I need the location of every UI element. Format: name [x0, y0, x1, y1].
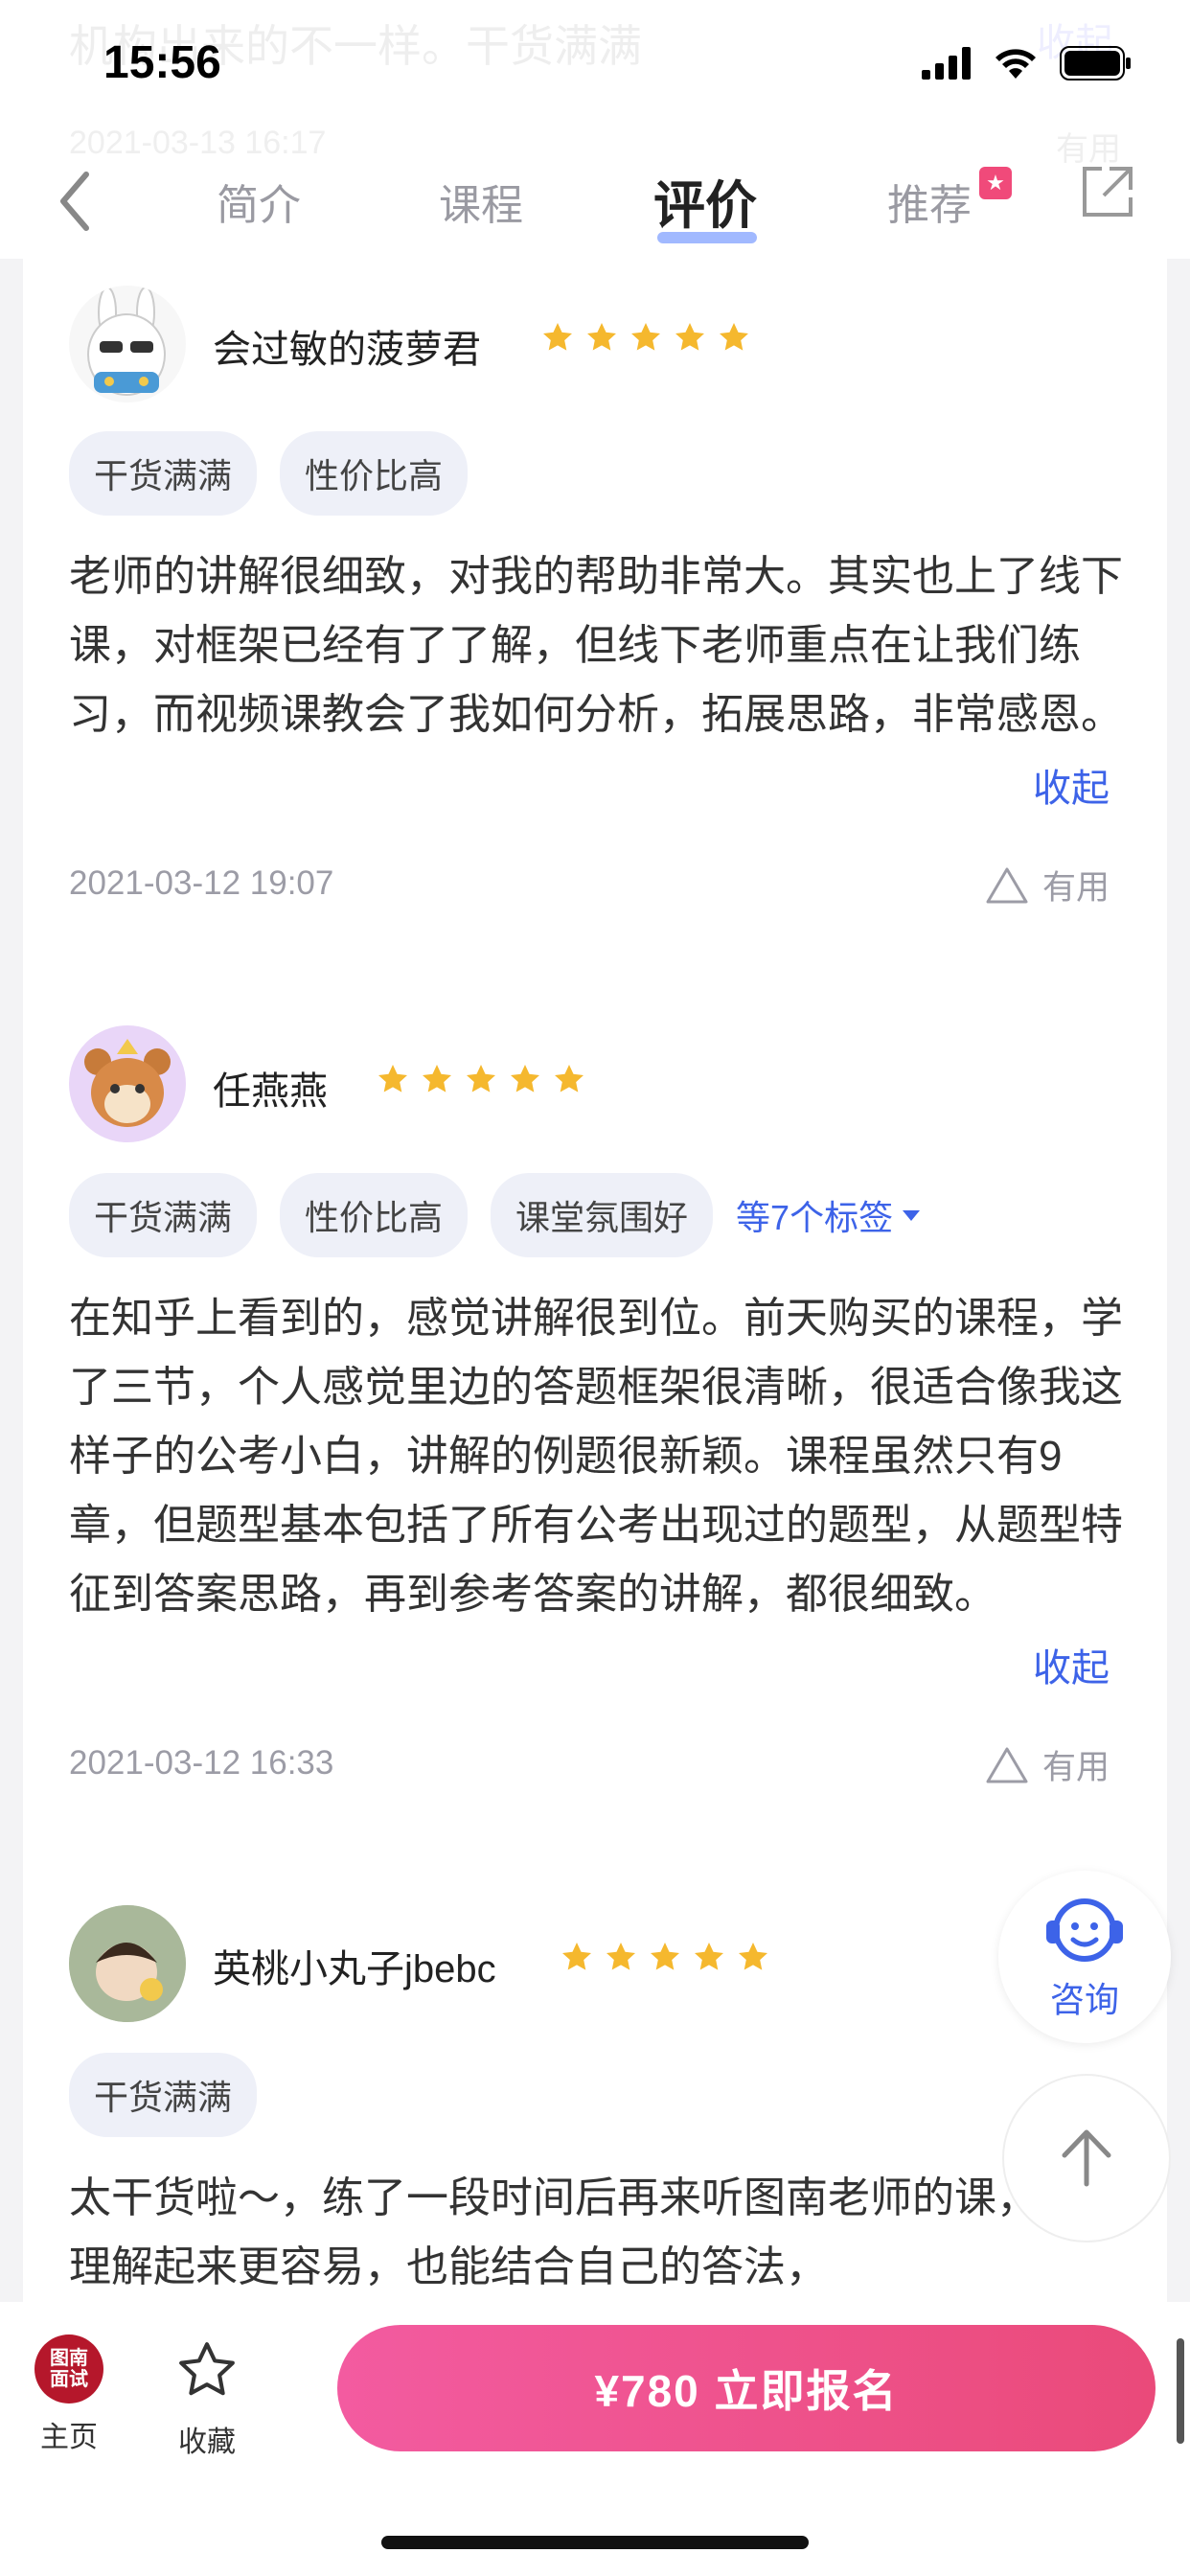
reviewer-name: 会过敏的菠萝君: [213, 329, 481, 371]
review-text: 在知乎上看到的，感觉讲解很到位。前天购买的课程，学了三节，个人感觉里边的答题框架…: [69, 1295, 1123, 1618]
star-icon: [720, 323, 748, 351]
avatar[interactable]: [69, 286, 186, 402]
useful-button[interactable]: 有用: [985, 1740, 1110, 1789]
logo-text-line1: 图南: [50, 2348, 88, 2369]
favorite-label: 收藏: [178, 2426, 236, 2458]
review-text: 老师的讲解很细致，对我的帮助非常大。其实也上了线下课，对框架已经有了了解，但线下…: [69, 553, 1123, 738]
favorite-button[interactable]: 收藏: [169, 2336, 245, 2460]
reviews-list: 会过敏的菠萝君 干货满满 性价比高 老师的讲解很细致，对我的帮助非常大。其实也上…: [23, 259, 1167, 2302]
star-icon: [562, 1943, 591, 1970]
signal-icon: [922, 47, 971, 80]
enroll-button[interactable]: ¥780 立即报名: [337, 2325, 1156, 2451]
caret-down-icon: [903, 1210, 921, 1221]
more-tags-toggle[interactable]: 等7个标签: [736, 1190, 922, 1240]
star-icon: [695, 1943, 723, 1970]
status-icons: [922, 46, 1133, 80]
avatar[interactable]: [69, 1025, 186, 1142]
recommend-badge-icon: ★: [979, 167, 1012, 199]
home-indicator[interactable]: [381, 2536, 809, 2549]
star-icon: [651, 1943, 679, 1970]
star-outline-icon: [179, 2342, 235, 2396]
thumb-useful-icon: [986, 867, 1028, 903]
star-icon: [378, 1065, 407, 1092]
battery-icon: [1060, 46, 1131, 80]
consult-label: 咨询: [1049, 1980, 1119, 2019]
tag: 干货满满: [69, 2053, 258, 2137]
review-tags: 干货满满 性价比高: [69, 431, 469, 516]
useful-label: 有用: [1041, 869, 1110, 907]
tag: 课堂氛围好: [491, 1173, 714, 1257]
arrow-up-icon: [1062, 2129, 1111, 2187]
useful-button[interactable]: 有用: [985, 861, 1110, 909]
star-icon: [587, 323, 616, 351]
star-icon: [631, 323, 660, 351]
useful-label: 有用: [1041, 1749, 1110, 1786]
tag: 性价比高: [280, 1173, 469, 1257]
rating-stars: [560, 1940, 770, 1974]
top-bar: 机构出来的不一样。干货满满 收起 2021-03-13 16:17 有用 15:…: [0, 0, 1190, 259]
review-date: 2021-03-12 16:33: [69, 1744, 334, 1782]
tab-intro[interactable]: 简介: [217, 171, 301, 232]
back-icon[interactable]: [48, 163, 105, 240]
review-tags: 干货满满 性价比高 课堂氛围好 等7个标签: [69, 1173, 922, 1257]
star-icon: [675, 323, 704, 351]
star-icon: [511, 1065, 539, 1092]
tab-reviews[interactable]: 评价: [653, 163, 757, 239]
star-icon: [423, 1065, 451, 1092]
review-text: 太干货啦～，练了一段时间后再来听图南老师的课，感觉理解起来更容易，也能结合自己的…: [69, 2174, 1123, 2290]
tab-courses[interactable]: 课程: [439, 171, 523, 232]
thumb-useful-icon: [986, 1747, 1028, 1782]
avatar[interactable]: [69, 1905, 186, 2022]
logo-text-line2: 面试: [50, 2369, 88, 2390]
home-label: 主页: [40, 2422, 98, 2453]
brand-logo: 图南 面试: [34, 2334, 103, 2404]
back-to-top-button[interactable]: [1002, 2074, 1171, 2242]
tag: 干货满满: [69, 431, 258, 516]
review-tags: 干货满满: [69, 2053, 258, 2137]
review-date: 2021-03-12 19:07: [69, 864, 334, 902]
status-time: 15:56: [103, 37, 221, 88]
collapse-link[interactable]: 收起: [1033, 1637, 1110, 1692]
star-icon: [739, 1943, 767, 1970]
star-icon: [467, 1065, 495, 1092]
tab-nav: 简介 课程 评价 推荐 ★: [0, 153, 1190, 249]
rating-stars: [376, 1062, 586, 1096]
star-icon: [555, 1065, 584, 1092]
tag: 干货满满: [69, 1173, 258, 1257]
scrollbar[interactable]: [1177, 2338, 1184, 2444]
home-button[interactable]: 图南 面试 主页: [31, 2334, 107, 2455]
share-icon[interactable]: [1077, 161, 1138, 222]
rating-stars: [540, 320, 751, 355]
tab-recommend[interactable]: 推荐: [887, 171, 972, 232]
consult-button[interactable]: 咨询: [998, 1871, 1171, 2043]
collapse-link[interactable]: 收起: [1033, 757, 1110, 813]
reviewer-name: 任燕燕: [213, 1070, 328, 1113]
more-tags-label: 等7个标签: [736, 1198, 894, 1237]
tag: 性价比高: [280, 431, 469, 516]
customer-service-icon: [1046, 1898, 1123, 1962]
star-icon: [606, 1943, 635, 1970]
wifi-icon: [995, 49, 1036, 79]
reviewer-name: 英桃小丸子jbebc: [213, 1948, 496, 1990]
star-icon: [543, 323, 572, 351]
